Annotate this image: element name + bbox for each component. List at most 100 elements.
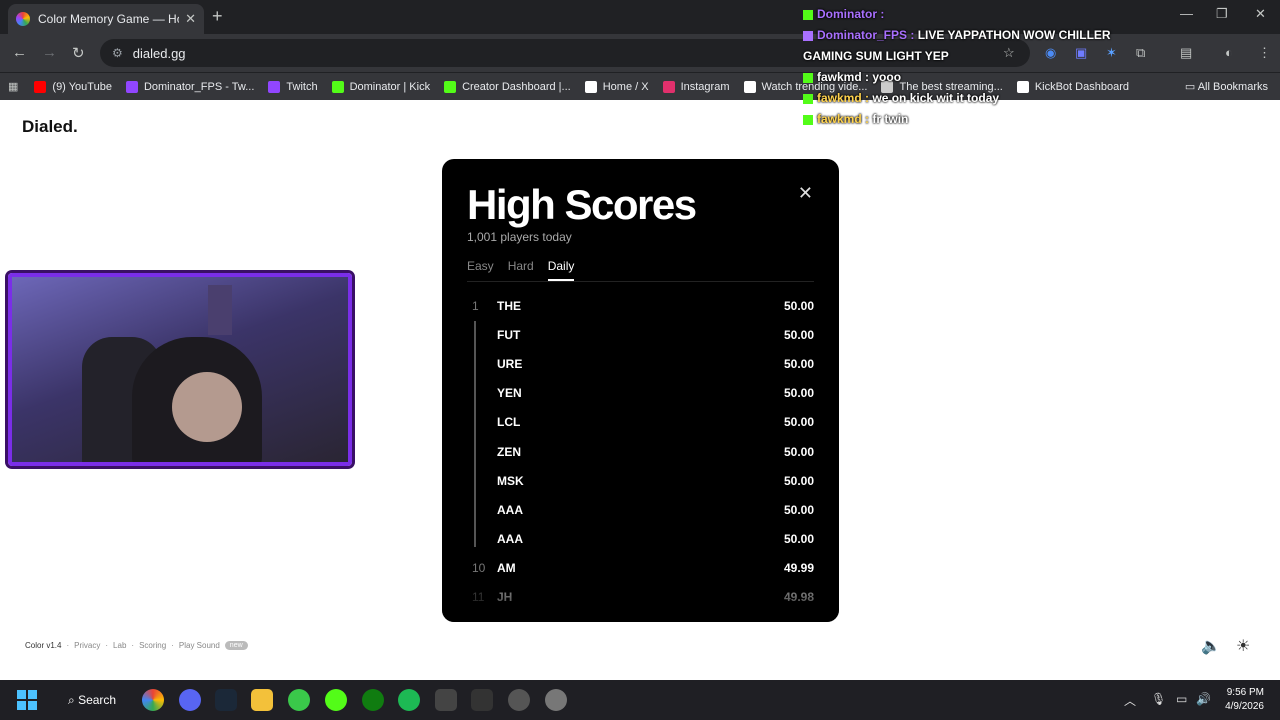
clock-time: 9:56 PM <box>1226 687 1264 698</box>
privacy-link[interactable]: Privacy <box>74 641 100 650</box>
chat-text: yooo <box>872 70 902 84</box>
score-score: 50.00 <box>783 415 814 430</box>
bookmark-favicon-icon <box>584 80 597 93</box>
xbox-icon[interactable] <box>362 689 384 711</box>
score-row: LCL 50.00 <box>467 408 814 437</box>
play-sound-link[interactable]: Play Sound <box>179 641 220 650</box>
app-icon[interactable] <box>471 689 493 711</box>
score-score: 50.00 <box>783 502 814 517</box>
scoring-link[interactable]: Scoring <box>139 641 166 650</box>
url-text: dialed.gg <box>132 45 186 61</box>
forward-icon[interactable]: → <box>42 44 57 61</box>
windows-taskbar: ⌕ Search ︿ 🎙 ▭ 🔊 9:56 PM 4/9/2026 <box>0 680 1280 720</box>
score-score: 50.00 <box>783 473 814 488</box>
chat-text: fr twin <box>872 112 909 126</box>
spotify-icon[interactable] <box>398 689 420 711</box>
bookmark-item[interactable]: Creator Dashboard |... <box>444 80 571 93</box>
page-footer: Color v1.4 · Privacy · Lab · Scoring · P… <box>25 641 248 650</box>
bookmark-label: Instagram <box>680 80 730 93</box>
search-label: Search <box>78 693 117 707</box>
chat-username: fawkmd : <box>817 112 870 126</box>
bookmark-item[interactable]: Twitch <box>268 80 318 93</box>
app-icon[interactable] <box>508 689 530 711</box>
score-score: 50.00 <box>783 444 814 459</box>
score-name: ZEN <box>497 444 521 459</box>
close-icon[interactable]: ✕ <box>798 183 813 204</box>
footer-separator: · <box>131 641 135 650</box>
bookmark-label: Twitch <box>286 80 318 93</box>
new-tab-icon[interactable]: + <box>212 6 223 27</box>
score-row: AAA 50.00 <box>467 525 814 554</box>
score-score: 49.99 <box>783 561 814 576</box>
site-logo[interactable]: Dialed. <box>22 117 78 137</box>
chat-username: fawkmd : <box>817 70 870 84</box>
bookmark-item[interactable]: Dominator | Kick <box>331 80 431 93</box>
window-close-icon[interactable]: ✕ <box>1255 6 1266 22</box>
windows-start-icon[interactable] <box>17 690 37 710</box>
footer-separator: · <box>171 641 174 650</box>
scroll-fade <box>442 586 839 622</box>
modal-title: High Scores <box>467 181 697 228</box>
score-name: AAA <box>497 532 523 547</box>
bookmark-item[interactable]: (9) YouTube <box>34 80 112 93</box>
back-icon[interactable]: ← <box>12 44 27 61</box>
tab-hard[interactable]: Hard <box>508 259 534 281</box>
bookmark-item[interactable]: Dominator_FPS - Tw... <box>125 80 254 93</box>
steam-icon[interactable] <box>215 689 237 711</box>
file-explorer-icon[interactable] <box>251 689 273 711</box>
chat-message: fawkmd : yooo <box>803 67 1223 88</box>
taskbar-search[interactable]: ⌕ Search <box>60 688 128 712</box>
stream-chat-overlay: Dominator : Dominator_FPS : LIVE YAPPATH… <box>803 4 1223 130</box>
network-icon[interactable]: ▭ <box>1176 692 1187 706</box>
chat-username: fawkmd : <box>817 91 870 105</box>
high-scores-modal: ✕ High Scores 1,001 players today Easy H… <box>442 159 839 622</box>
tab-easy[interactable]: Easy <box>467 259 494 281</box>
tab-color-memory-game[interactable]: Color Memory Game — How W ✕ <box>8 4 204 34</box>
webcam-overlay <box>8 273 352 466</box>
tab-daily[interactable]: Daily <box>547 259 575 281</box>
tab-close-icon[interactable]: ✕ <box>185 11 196 27</box>
score-row: FUT 50.00 <box>467 320 814 349</box>
apps-icon[interactable]: ▦ <box>8 80 18 93</box>
microphone-icon[interactable]: 🎙 <box>1151 692 1166 706</box>
bookmark-favicon-icon <box>743 80 756 93</box>
score-score: 50.00 <box>783 356 814 371</box>
profile-icon[interactable]: ◐ <box>1225 45 1233 60</box>
discord-icon[interactable] <box>179 689 201 711</box>
difficulty-tabs: Easy Hard Daily <box>467 259 575 281</box>
score-score: 50.00 <box>783 532 814 547</box>
menu-icon[interactable]: ⋮ <box>1258 45 1271 61</box>
kick-app-icon[interactable] <box>325 689 347 711</box>
site-info-icon[interactable]: ⚙ <box>112 46 123 60</box>
wall-poster <box>208 285 232 335</box>
footer-separator: · <box>105 641 109 650</box>
system-clock[interactable]: 9:56 PM 4/9/2026 <box>1225 686 1264 714</box>
lab-link[interactable]: Lab <box>113 641 126 650</box>
settings-icon[interactable] <box>545 689 567 711</box>
volume-icon[interactable]: 🔊 <box>1196 692 1211 706</box>
chat-message: Dominator_FPS : LIVE YAPPATHON WOW CHILL… <box>803 25 1223 46</box>
twitch-icon <box>803 30 813 41</box>
kick-icon <box>803 114 813 125</box>
chat-text: we on kick wit it today <box>872 91 1000 105</box>
theme-toggle-icon[interactable]: ☀ <box>1236 636 1250 656</box>
reload-icon[interactable]: ↻ <box>72 44 85 62</box>
bookmark-item[interactable]: Home / X <box>584 80 649 93</box>
app-icon[interactable] <box>288 689 310 711</box>
score-score: 50.00 <box>783 327 814 342</box>
chat-message: Dominator : <box>803 4 1223 25</box>
tray-chevron-icon[interactable]: ︿ <box>1124 692 1136 709</box>
mouse-cursor-icon: ▲ <box>698 322 712 338</box>
sound-toggle-icon[interactable]: 🔈 <box>1201 636 1221 656</box>
bookmark-label: Dominator | Kick <box>349 80 431 93</box>
chat-text: GAMING SUM LIGHT YEP <box>803 49 949 63</box>
bookmark-item[interactable]: Instagram <box>662 80 730 93</box>
chat-message: GAMING SUM LIGHT YEP <box>803 46 1223 67</box>
score-name: YEN <box>497 386 522 401</box>
chat-message: fawkmd : fr twin <box>803 109 1223 130</box>
score-rank: 1 <box>472 298 479 313</box>
app-icon[interactable] <box>435 689 457 711</box>
bookmark-favicon-icon <box>268 80 281 93</box>
tab-title: Color Memory Game — How W <box>38 12 179 26</box>
chrome-icon[interactable] <box>142 689 164 711</box>
